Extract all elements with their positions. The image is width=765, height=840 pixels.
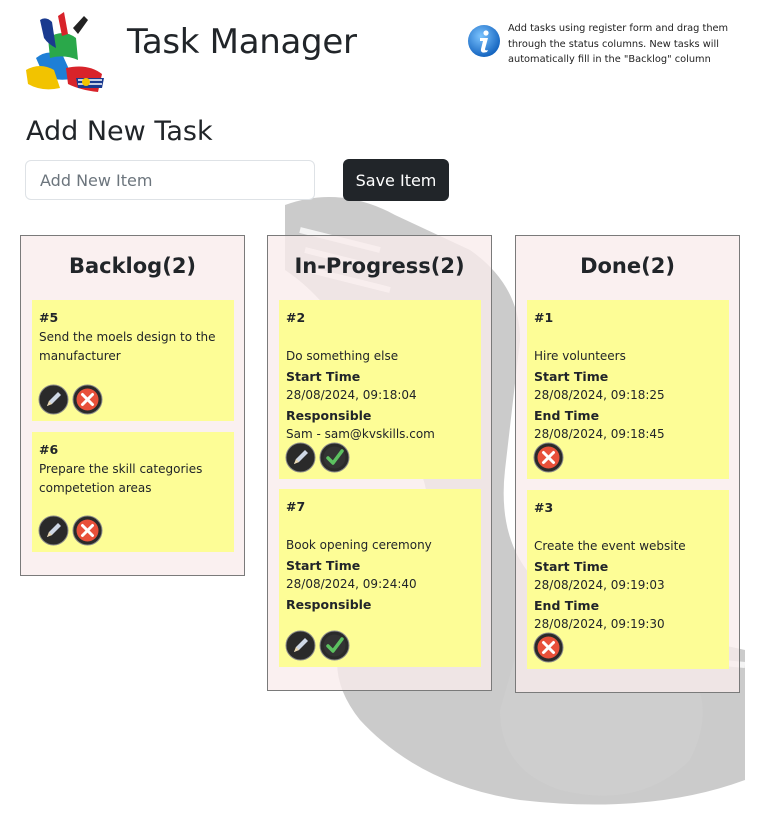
edit-icon[interactable] — [38, 515, 69, 546]
start-time-label: Start Time — [534, 368, 609, 384]
app-header: Task Manager Add tasks using register fo… — [0, 0, 765, 110]
end-time-label: End Time — [534, 407, 600, 423]
edit-icon[interactable] — [38, 384, 69, 415]
task-card[interactable]: #2 Do something else Start Time 28/08/20… — [279, 300, 481, 479]
column-done[interactable]: Done(2) #1 Hire volunteers Start Time 28… — [515, 235, 740, 693]
responsible-label: Responsible — [286, 407, 372, 423]
task-description: Do something else — [286, 349, 399, 363]
task-card[interactable]: #6 Prepare the skill categories competet… — [32, 432, 234, 552]
delete-icon[interactable] — [533, 442, 564, 473]
start-time-value: 28/08/2024, 09:24:40 — [286, 577, 417, 591]
start-time-label: Start Time — [286, 557, 361, 573]
delete-icon[interactable] — [72, 515, 103, 546]
task-id: #2 — [286, 310, 306, 325]
task-id: #7 — [286, 499, 306, 514]
start-time-value: 28/08/2024, 09:19:03 — [534, 578, 665, 592]
responsible-label: Responsible — [286, 596, 372, 612]
end-time-label: End Time — [534, 597, 600, 613]
delete-icon[interactable] — [533, 632, 564, 663]
task-id: #1 — [534, 310, 554, 325]
start-time-value: 28/08/2024, 09:18:04 — [286, 388, 417, 402]
delete-icon[interactable] — [72, 384, 103, 415]
save-item-button[interactable]: Save Item — [343, 159, 449, 201]
task-id: #3 — [534, 500, 554, 515]
start-time-label: Start Time — [534, 558, 609, 574]
task-id: #5 — [39, 310, 59, 325]
edit-icon[interactable] — [285, 442, 316, 473]
add-task-heading: Add New Task — [26, 116, 213, 147]
column-backlog[interactable]: Backlog(2) #5 Send the moels design to t… — [20, 235, 245, 576]
check-icon[interactable] — [319, 442, 350, 473]
new-item-input[interactable] — [25, 160, 315, 200]
task-id: #6 — [39, 442, 59, 457]
app-title: Task Manager — [127, 22, 357, 62]
task-description: Send the moels design to the manufacture… — [39, 329, 216, 364]
task-card[interactable]: #5 Send the moels design to the manufact… — [32, 300, 234, 421]
task-card[interactable]: #7 Book opening ceremony Start Time 28/0… — [279, 489, 481, 667]
task-description: Create the event website — [534, 539, 686, 553]
start-time-value: 28/08/2024, 09:18:25 — [534, 388, 665, 402]
check-icon[interactable] — [319, 630, 350, 661]
info-icon — [468, 25, 500, 57]
task-card[interactable]: #3 Create the event website Start Time 2… — [527, 490, 729, 669]
task-card[interactable]: #1 Hire volunteers Start Time 28/08/2024… — [527, 300, 729, 479]
start-time-label: Start Time — [286, 368, 361, 384]
info-text: Add tasks using register form and drag t… — [508, 23, 729, 65]
column-title: In-Progress(2) — [294, 254, 465, 278]
column-title: Done(2) — [580, 254, 675, 278]
edit-icon[interactable] — [285, 630, 316, 661]
kvskills-logo — [26, 12, 104, 92]
task-description: Book opening ceremony — [286, 538, 432, 552]
task-description: Hire volunteers — [534, 349, 626, 363]
column-in-progress[interactable]: In-Progress(2) #2 Do something else Star… — [267, 235, 492, 691]
task-description: Prepare the skill categories competetion… — [39, 461, 203, 496]
column-title: Backlog(2) — [68, 254, 197, 278]
